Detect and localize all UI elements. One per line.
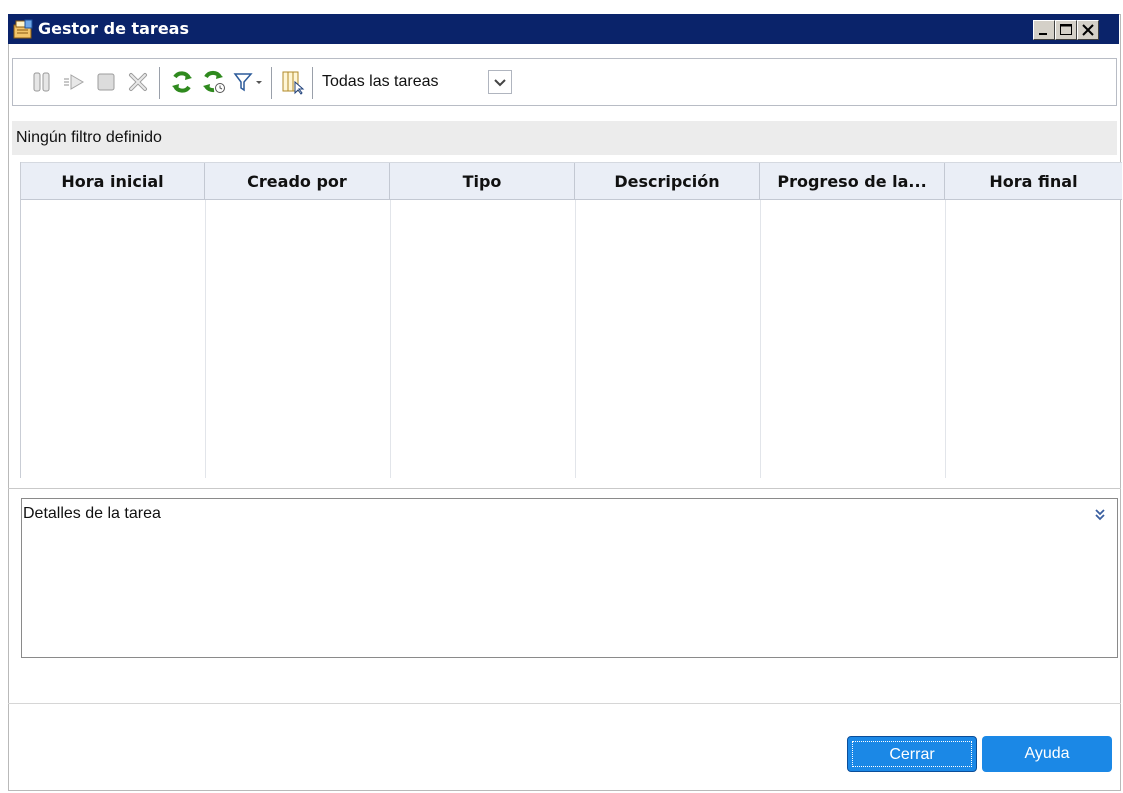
maximize-button[interactable] [1055,20,1077,40]
chevron-down-icon [494,79,506,87]
task-manager-icon [12,18,34,40]
minimize-icon [1039,33,1047,35]
splitter[interactable] [8,488,1121,489]
delete-button[interactable] [125,69,151,95]
filter-dropdown-icon [256,81,262,84]
resume-icon [64,74,84,90]
column-header-progress[interactable]: Progreso de la... [760,163,945,200]
auto-refresh-button[interactable] [201,69,227,95]
tasks-table: Hora inicial Creado por Tipo Descripción… [20,162,1122,478]
focus-ring [852,741,972,767]
minimize-button[interactable] [1033,20,1055,40]
maximize-icon [1060,24,1072,35]
stop-button[interactable] [93,69,119,95]
filter-icon [233,73,253,92]
toolbar-separator [159,67,160,99]
view-select-value[interactable]: Todas las tareas [322,73,439,91]
help-button-label: Ayuda [1024,745,1070,762]
close-window-button[interactable] [1077,20,1099,40]
columns-icon [282,71,305,95]
resume-button[interactable] [61,69,87,95]
filter-status-bar: Ningún filtro definido [12,121,1117,155]
column-header-created-by[interactable]: Creado por [205,163,390,200]
table-header: Hora inicial Creado por Tipo Descripción… [21,162,1122,200]
refresh-button[interactable] [169,69,195,95]
column-header-type[interactable]: Tipo [390,163,575,200]
task-details-panel: Detalles de la tarea [21,498,1118,658]
footer-divider [8,703,1121,704]
pause-icon [33,72,50,92]
filter-button[interactable] [233,69,253,95]
toolbar-separator [271,67,272,99]
auto-refresh-icon [203,70,225,93]
stop-icon [97,73,115,91]
pause-button[interactable] [29,69,55,95]
window-title: Gestor de tareas [38,19,189,38]
column-header-start-time[interactable]: Hora inicial [21,163,205,200]
title-bar[interactable]: Gestor de tareas [8,14,1119,44]
refresh-icon [172,71,192,93]
double-chevron-down-icon[interactable] [1093,507,1107,523]
columns-button[interactable] [279,69,305,95]
task-details-label: Detalles de la tarea [23,505,161,522]
column-header-description[interactable]: Descripción [575,163,760,200]
filter-status: Ningún filtro definido [16,129,162,146]
view-select-dropdown[interactable] [488,70,512,94]
table-body[interactable] [21,200,1122,478]
close-button[interactable]: Cerrar [847,736,977,772]
close-icon [1082,24,1094,36]
delete-icon [129,73,147,91]
toolbar-separator [312,67,313,99]
column-header-end-time[interactable]: Hora final [945,163,1122,200]
toolbar: Todas las tareas [12,58,1117,106]
filter-dropdown-button[interactable] [254,69,264,95]
help-button[interactable]: Ayuda [982,736,1112,772]
